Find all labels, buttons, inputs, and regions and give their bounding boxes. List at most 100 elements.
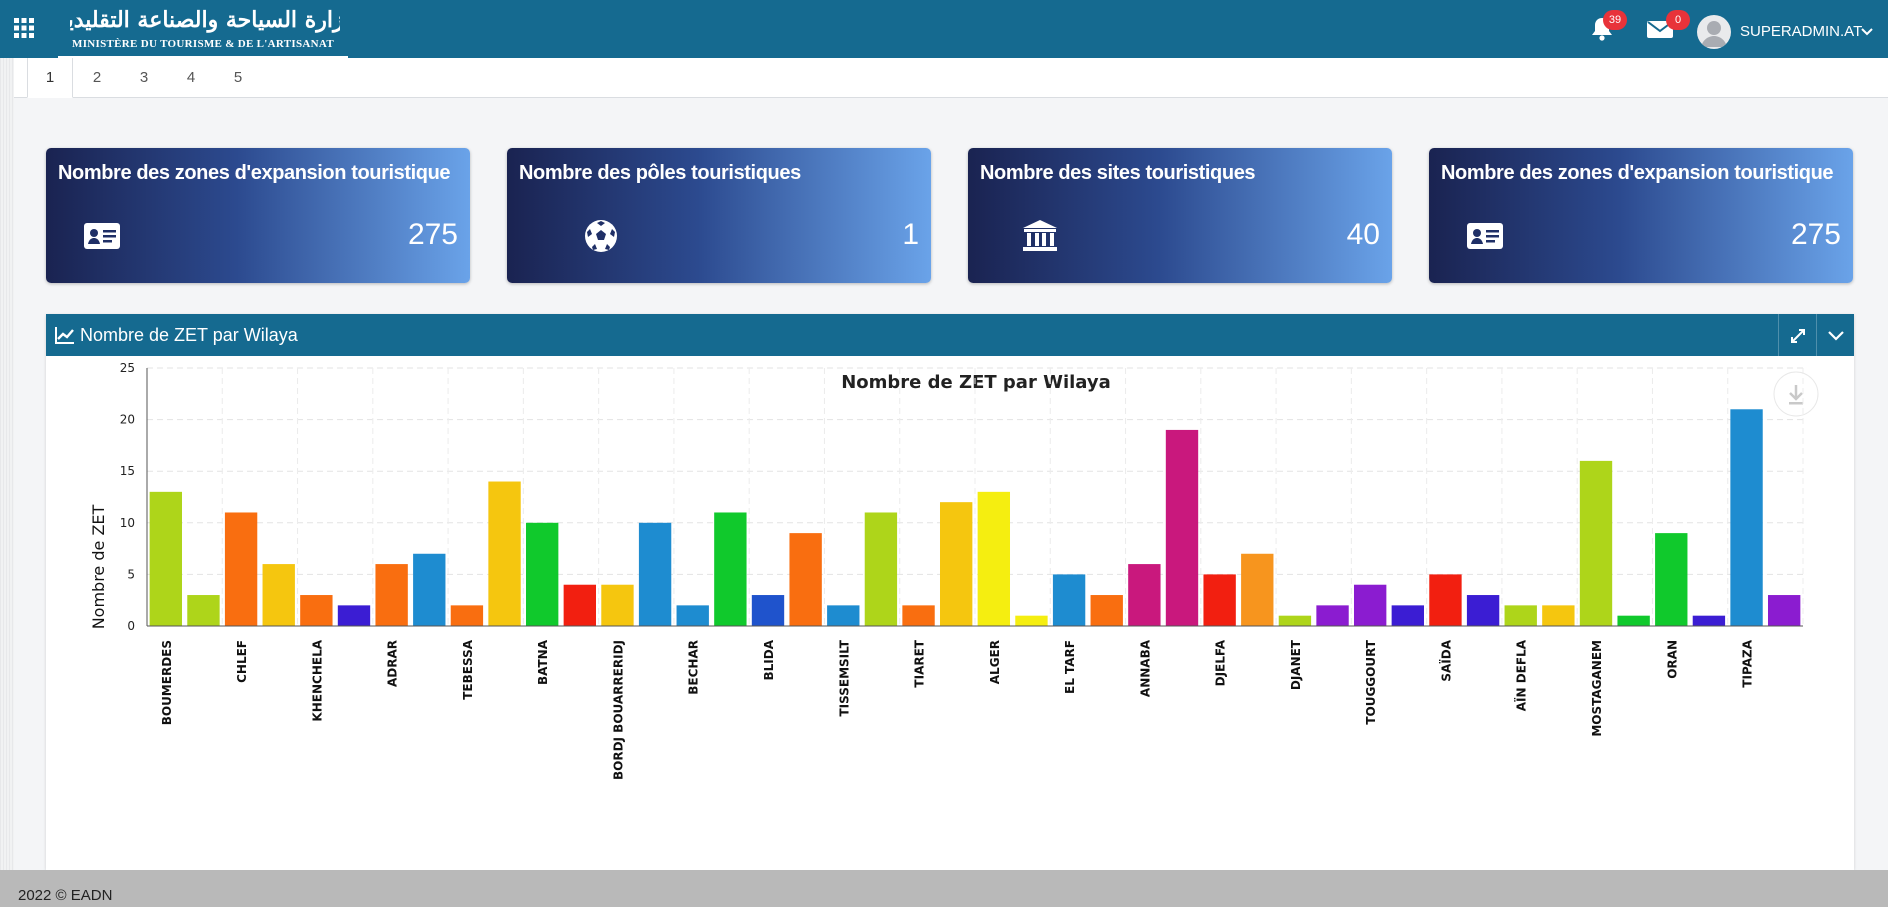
- chart-bar[interactable]: [224, 512, 258, 626]
- chart-bar[interactable]: [525, 522, 559, 626]
- card-title: Nombre des zones d'expansion touristique: [1441, 162, 1834, 184]
- avatar: [1697, 15, 1731, 49]
- x-tick-label: BORDJ BOUARRERIDJ: [611, 640, 625, 780]
- top-navbar: وزارة السياحة والصناعة التقليدية MINISTÈ…: [0, 0, 1888, 58]
- chart-bar[interactable]: [1692, 615, 1726, 626]
- chart-bar[interactable]: [1542, 605, 1575, 626]
- chart-bar[interactable]: [1466, 595, 1500, 626]
- zet-chart-panel: Nombre de ZET par Wilaya Nombre de ZET p…: [46, 314, 1854, 870]
- chart-bar[interactable]: [1090, 595, 1123, 626]
- chart-bar[interactable]: [1316, 605, 1349, 626]
- chart-title: Nombre de ZET par Wilaya: [841, 372, 1111, 393]
- x-tick-label: BOUMERDES: [160, 640, 174, 725]
- chart-bar[interactable]: [977, 491, 1011, 626]
- card-value: 40: [1346, 218, 1380, 251]
- chart-bar[interactable]: [676, 605, 709, 626]
- tab-2[interactable]: 2: [74, 58, 120, 98]
- tab-5[interactable]: 5: [215, 58, 261, 98]
- card-title: Nombre des pôles touristiques: [519, 162, 801, 184]
- tab-1[interactable]: 1: [27, 58, 73, 98]
- page-tabs: 1 2 3 4 5: [14, 58, 1888, 98]
- chart-bar[interactable]: [751, 595, 785, 626]
- messages-button[interactable]: 0: [1646, 10, 1690, 42]
- x-tick-label: MOSTAGANEM: [1590, 640, 1604, 737]
- x-tick-label: SAÏDA: [1438, 639, 1453, 681]
- chart-bar[interactable]: [902, 605, 935, 626]
- chart-bar[interactable]: [638, 522, 672, 626]
- panel-header: Nombre de ZET par Wilaya: [46, 314, 1854, 356]
- arabic-logo-text: وزارة السياحة والصناعة التقليدية: [70, 7, 340, 33]
- id-card-icon: [84, 223, 120, 249]
- chart-bar[interactable]: [1579, 460, 1613, 626]
- user-name: SUPERADMIN.AT: [1740, 23, 1863, 40]
- zet-bar-chart: Nombre de ZET par Wilaya Nombre de ZET 0…: [89, 361, 1819, 780]
- y-tick-label: 10: [120, 516, 135, 530]
- card-value: 275: [407, 218, 458, 251]
- chart-bar[interactable]: [864, 512, 898, 626]
- x-tick-label: BLIDA: [762, 639, 776, 680]
- chart-bar[interactable]: [1165, 429, 1199, 626]
- chart-bar[interactable]: [601, 584, 634, 626]
- chart-bar[interactable]: [1655, 533, 1688, 626]
- x-tick-label: TIARET: [913, 639, 927, 687]
- chart-bar[interactable]: [187, 595, 220, 626]
- stat-card-poles: Nombre des pôles touristiques 1: [507, 148, 931, 283]
- football-icon: [585, 220, 617, 252]
- arabic-logo-label: وزارة السياحة والصناعة التقليدية: [70, 7, 340, 33]
- collapse-button[interactable]: [1816, 314, 1855, 356]
- x-tick-label: DJANET: [1289, 639, 1303, 690]
- x-tick-label: ADRAR: [386, 640, 400, 687]
- chart-bar[interactable]: [827, 605, 860, 626]
- card-title: Nombre des sites touristiques: [980, 162, 1256, 184]
- chart-bar[interactable]: [337, 605, 371, 626]
- y-tick-label: 25: [120, 361, 135, 375]
- chart-bar[interactable]: [1128, 564, 1161, 626]
- x-tick-label: TOUGGOURT: [1364, 639, 1378, 724]
- footer-copyright: 2022 © EADN: [18, 887, 113, 904]
- messages-badge: 0: [1666, 10, 1690, 30]
- chart-bar[interactable]: [1353, 584, 1387, 626]
- chart-bar[interactable]: [939, 502, 973, 626]
- chart-bar[interactable]: [450, 605, 484, 626]
- chevron-down-icon: [1861, 28, 1873, 36]
- card-title: Nombre des zones d'expansion touristique: [58, 162, 451, 184]
- tab-4[interactable]: 4: [168, 58, 214, 98]
- museum-icon: [1023, 220, 1057, 251]
- y-tick-label: 15: [120, 464, 135, 478]
- expand-button[interactable]: [1778, 314, 1817, 356]
- stat-card-sites: Nombre des sites touristiques 40: [968, 148, 1392, 283]
- chart-bar[interactable]: [262, 564, 295, 626]
- chart-bar[interactable]: [300, 595, 333, 626]
- y-tick-label: 20: [120, 413, 135, 427]
- apps-grid-icon[interactable]: [13, 17, 35, 39]
- chart-bar[interactable]: [1429, 574, 1462, 626]
- x-tick-label: TEBESSA: [461, 639, 475, 699]
- id-card-icon: [1467, 223, 1503, 249]
- chart-bar[interactable]: [1241, 553, 1274, 626]
- x-tick-label: TISSEMSILT: [837, 639, 851, 716]
- download-button[interactable]: [1773, 371, 1819, 417]
- chart-bar[interactable]: [1203, 574, 1236, 626]
- avatar-icon: [1701, 21, 1727, 47]
- chart-bar[interactable]: [1015, 615, 1048, 626]
- chart-bar[interactable]: [375, 564, 408, 626]
- card-value: 275: [1790, 218, 1841, 251]
- chart-bar[interactable]: [1617, 615, 1650, 626]
- chart-bar[interactable]: [1730, 409, 1763, 626]
- chart-bar[interactable]: [1767, 595, 1801, 626]
- notifications-button[interactable]: 39: [1589, 10, 1627, 42]
- chart-bar[interactable]: [488, 481, 521, 626]
- chart-bar[interactable]: [1391, 605, 1425, 626]
- chart-bar[interactable]: [563, 584, 597, 626]
- chart-bar[interactable]: [714, 512, 747, 626]
- chart-bar[interactable]: [1504, 605, 1537, 626]
- tab-3[interactable]: 3: [121, 58, 167, 98]
- chart-bar[interactable]: [413, 553, 446, 626]
- chart-bar[interactable]: [1052, 574, 1086, 626]
- chart-bar[interactable]: [1278, 615, 1312, 626]
- y-tick-label: 5: [127, 567, 135, 581]
- ministry-logo[interactable]: وزارة السياحة والصناعة التقليدية MINISTÈ…: [58, 0, 348, 58]
- chart-bar[interactable]: [149, 491, 183, 626]
- chart-bar[interactable]: [789, 533, 822, 626]
- x-tick-label: ALGER: [988, 640, 1002, 684]
